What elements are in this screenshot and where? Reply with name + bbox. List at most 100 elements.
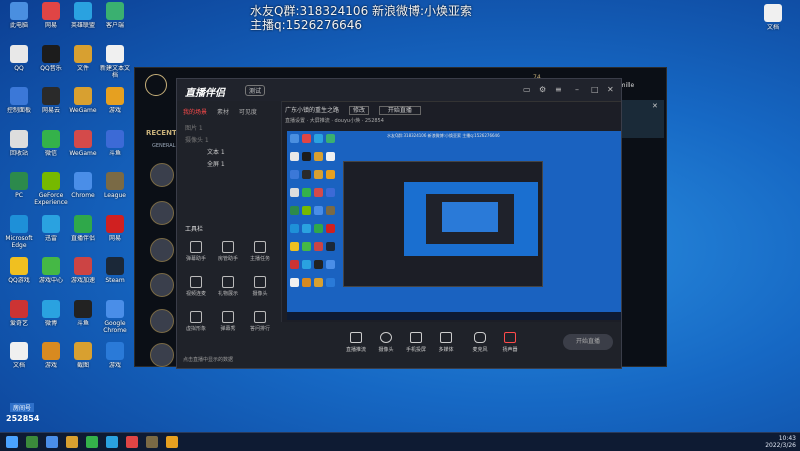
tool-danmu[interactable]: 弹幕助手 xyxy=(181,241,211,262)
desktop-icon[interactable]: 网易 xyxy=(34,2,68,36)
media-button[interactable]: 多媒体 xyxy=(431,332,461,353)
app-icon xyxy=(106,87,124,105)
taskbar-app-icon[interactable] xyxy=(26,436,38,448)
desktop-icon[interactable]: 游戏 xyxy=(98,87,132,121)
desktop-icon[interactable]: 游戏加速 xyxy=(66,257,100,291)
go-live-top-button[interactable]: 开始直播 xyxy=(378,106,421,115)
desktop-icon[interactable]: QQ xyxy=(2,44,36,79)
preview-icon xyxy=(290,134,299,143)
desktop-icon[interactable]: 文件 xyxy=(66,44,100,79)
desktop-icon[interactable]: Steam xyxy=(98,257,132,291)
phone-cast-button[interactable]: 手机投屏 xyxy=(401,332,431,353)
desktop-icon[interactable]: WeGame xyxy=(66,129,100,164)
desktop-icon[interactable]: 回收站 xyxy=(2,129,36,164)
desktop-icon[interactable]: Chrome xyxy=(66,172,100,206)
desktop-icon[interactable]: Google Chrome xyxy=(98,299,132,334)
tool-gift[interactable]: 礼物展示 xyxy=(213,276,243,297)
desktop-icon[interactable]: PC xyxy=(2,172,36,206)
close-icon[interactable]: ✕ xyxy=(652,102,658,110)
preview-icon xyxy=(290,260,299,269)
start-icon[interactable] xyxy=(6,436,18,448)
desktop-icon[interactable]: GeForce Experience xyxy=(34,172,68,206)
edit-room-button[interactable]: 修改 xyxy=(348,106,369,115)
taskbar-app-icon[interactable] xyxy=(106,436,118,448)
settings-icon[interactable]: ⚙ xyxy=(539,85,546,94)
desktop-icon[interactable]: 微信 xyxy=(34,129,68,164)
tab-my-scenes[interactable]: 我的场景 xyxy=(183,109,207,116)
player-avatar[interactable] xyxy=(150,309,174,333)
taskbar-app-icon[interactable] xyxy=(126,436,138,448)
preview-icon xyxy=(314,224,323,233)
close-icon[interactable]: ✕ xyxy=(607,85,614,94)
system-clock[interactable]: 10:43 2022/3/26 xyxy=(765,435,796,449)
desktop-icon[interactable]: 此电脑 xyxy=(2,2,36,36)
preview-icon xyxy=(290,188,299,197)
room-title-bar: 广东小镇的重生之路 修改 开始直播 xyxy=(285,105,421,115)
maximize-icon[interactable]: □ xyxy=(591,85,599,94)
desktop-icon[interactable]: 游戏 xyxy=(34,342,68,376)
tool-tasks[interactable]: 主播任务 xyxy=(245,241,275,262)
desktop-icon[interactable]: 迅雷 xyxy=(34,214,68,249)
player-avatar[interactable] xyxy=(150,201,174,225)
preview-icon xyxy=(314,152,323,161)
microphone-button[interactable]: 麦克风 xyxy=(465,332,495,353)
desktop-icon[interactable]: 文档 xyxy=(2,342,36,376)
desktop-icon[interactable]: QQ音乐 xyxy=(34,44,68,79)
desktop-icon[interactable]: 网易云 xyxy=(34,87,68,121)
taskbar: 10:43 2022/3/26 xyxy=(0,432,800,451)
desktop-icon[interactable]: Microsoft Edge xyxy=(2,214,36,249)
desktop-icon[interactable]: 游戏中心 xyxy=(34,257,68,291)
player-avatar[interactable] xyxy=(150,163,174,187)
scene-item[interactable]: 全屏 1 xyxy=(207,159,225,168)
desktop-icon[interactable]: QQ游戏 xyxy=(2,257,36,291)
app-icon xyxy=(10,87,28,105)
scene-item[interactable]: 文本 1 xyxy=(207,147,225,156)
tool-ranking[interactable]: 答问排行 xyxy=(245,311,275,332)
taskbar-app-icon[interactable] xyxy=(146,436,158,448)
tool-video-link[interactable]: 视频连麦 xyxy=(181,276,211,297)
general-tab[interactable]: GENERAL xyxy=(152,143,175,149)
taskbar-app-icon[interactable] xyxy=(86,436,98,448)
taskbar-app-icon[interactable] xyxy=(166,436,178,448)
preview-icon xyxy=(302,242,311,251)
speaker-button[interactable]: 扬声器 xyxy=(495,332,525,353)
tool-camera[interactable]: 摄像头 xyxy=(245,276,275,297)
desktop-icon[interactable]: 英雄联盟 xyxy=(66,2,100,36)
desktop-icon[interactable]: 直播伴侣 xyxy=(66,214,100,249)
desktop-icon[interactable]: 微博 xyxy=(34,299,68,334)
app-icon xyxy=(10,2,28,20)
player-avatar[interactable] xyxy=(150,343,174,367)
desktop-icon[interactable]: 斗鱼 xyxy=(98,129,132,164)
tool-danmu-show[interactable]: 弹幕秀 xyxy=(213,311,243,332)
tool-avatar[interactable]: 虚拟形象 xyxy=(181,311,211,332)
minimize-icon[interactable]: – xyxy=(575,85,579,94)
taskbar-app-icon[interactable] xyxy=(46,436,58,448)
streaming-app-window[interactable]: 直播伴侣 测试 ▭ ⚙ ≡ – □ ✕ 我的场景 素材 可见度 图片 1 摄像头… xyxy=(176,78,622,369)
desktop-icon[interactable]: 客户端 xyxy=(98,2,132,36)
desktop-icon[interactable]: 截图 xyxy=(66,342,100,376)
desktop-icon[interactable]: League xyxy=(98,172,132,206)
desktop-icon[interactable]: 新建文本文档 xyxy=(98,44,132,79)
desktop-icon-document[interactable]: 文档 xyxy=(756,4,790,38)
tab-visibility[interactable]: 可见度 xyxy=(239,109,257,116)
desktop-icon[interactable]: WeGame xyxy=(66,87,100,121)
skin-icon[interactable]: ▭ xyxy=(523,85,531,94)
taskbar-app-icon[interactable] xyxy=(66,436,78,448)
start-live-button[interactable]: 开始直播 xyxy=(563,334,613,350)
desktop-icon[interactable]: 爱奇艺 xyxy=(2,299,36,334)
screen-capture-button[interactable]: 直播推流 xyxy=(341,332,371,353)
desktop-icon[interactable]: 网易 xyxy=(98,214,132,249)
desktop-icon[interactable]: 控制面板 xyxy=(2,87,36,121)
tool-room-admin[interactable]: 房管助手 xyxy=(213,241,243,262)
version-badge: 测试 xyxy=(245,85,266,96)
player-avatar[interactable] xyxy=(150,273,174,297)
tab-materials[interactable]: 素材 xyxy=(217,109,229,116)
desktop-icon[interactable]: 游戏 xyxy=(98,342,132,376)
menu-icon[interactable]: ≡ xyxy=(555,85,562,94)
scene-item[interactable]: 摄像头 1 xyxy=(185,135,209,144)
player-avatar[interactable] xyxy=(150,238,174,262)
desktop-icon[interactable]: 斗鱼 xyxy=(66,299,100,334)
scene-item[interactable]: 图片 1 xyxy=(185,123,203,132)
camera-button[interactable]: 摄像头 xyxy=(371,332,401,353)
avatar-icon xyxy=(190,311,202,323)
